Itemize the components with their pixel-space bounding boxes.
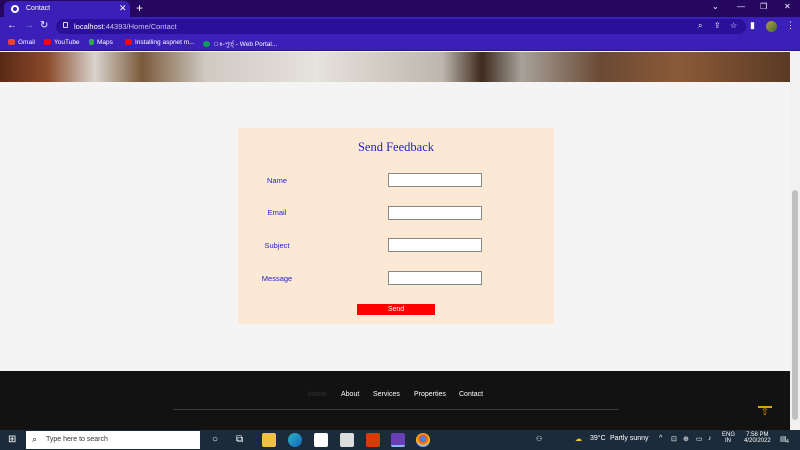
weather-icon: ☁ (575, 436, 582, 443)
file-explorer-icon[interactable] (262, 433, 276, 447)
gmail-icon (8, 39, 15, 45)
weather-temp[interactable]: 39°C (590, 435, 606, 442)
email-field[interactable] (388, 206, 482, 220)
back-arrow-icon[interactable]: ← (7, 20, 17, 31)
search-icon: ⌕ (32, 434, 38, 444)
subject-field[interactable] (388, 238, 482, 252)
footer-nav-home[interactable]: Home (308, 391, 327, 398)
menu-dots-icon[interactable]: ⋮ (786, 20, 795, 31)
arrow-up-icon[interactable]: ⇧ (758, 406, 772, 418)
people-icon[interactable]: ⚇ (536, 435, 542, 443)
taskbar: ⊞ ⌕ Type here to search ○ ⧉ ⚇ ☁ 39°C Par… (0, 430, 800, 450)
globe-icon[interactable]: ⊕ (683, 435, 689, 443)
bookmark-label: Installing aspnet m... (135, 39, 195, 46)
message-label: Message (261, 274, 293, 283)
youtube-icon (44, 39, 51, 45)
bookmark-maps[interactable]: Maps (89, 39, 113, 46)
forward-arrow-icon[interactable]: → (24, 20, 34, 31)
close-window-button[interactable]: ✕ (784, 2, 791, 11)
side-panel-icon[interactable]: ▮ (750, 20, 755, 31)
search-placeholder: Type here to search (46, 436, 108, 443)
youtube-icon (125, 39, 132, 45)
office-icon[interactable] (366, 433, 380, 447)
footer-nav-about[interactable]: About (341, 391, 359, 398)
edge-icon[interactable] (288, 433, 302, 447)
notification-count: 4 (786, 439, 789, 445)
bookmark-youtube[interactable]: YouTube (44, 39, 80, 46)
email-label: Email (267, 208, 287, 217)
bookmark-web-portal[interactable]: ঃ-পুর্ত্ - Web Portal... (203, 39, 277, 50)
chrome-icon[interactable] (416, 433, 430, 447)
bookmark-label: YouTube (54, 39, 80, 46)
language-indicator[interactable]: ENG IN (722, 432, 735, 444)
subject-label: Subject (264, 241, 290, 250)
new-tab-button[interactable]: + (136, 1, 143, 15)
close-tab-icon[interactable]: ✕ (119, 3, 127, 14)
zoom-icon[interactable]: ⌕ (698, 21, 702, 31)
site-footer: Home About Services Properties Contact ⇧ (0, 371, 790, 430)
portal-icon (203, 41, 210, 47)
clock-date: 4/20/2022 (744, 438, 771, 444)
network-icon[interactable]: ⊡ (671, 435, 677, 443)
name-label: Name (266, 176, 287, 185)
footer-nav-properties[interactable]: Properties (414, 391, 446, 398)
chevron-up-icon[interactable]: ^ (659, 435, 662, 442)
url-host: localhost (74, 22, 104, 31)
profile-avatar[interactable] (766, 21, 777, 32)
lock-icon (63, 22, 68, 28)
task-view-icon[interactable]: ⧉ (236, 434, 243, 445)
maps-icon (89, 39, 94, 45)
volume-icon[interactable]: ♪ (708, 435, 712, 442)
page-scrollbar[interactable] (790, 52, 800, 430)
windows-start-icon[interactable]: ⊞ (8, 434, 16, 445)
bookmark-label: Gmail (18, 39, 35, 46)
url-path: :44393/Home/Contact (103, 22, 177, 31)
bookmark-label: ঃ-পুর্ত্ - Web Portal... (213, 41, 278, 48)
tab-contact[interactable]: Contact ✕ (4, 1, 130, 17)
store-icon[interactable] (314, 433, 328, 447)
feedback-form: Send Feedback Name Email Subject Message… (238, 128, 554, 324)
maximize-button[interactable]: ❐ (760, 2, 767, 11)
browser-toolbar: ← → ↻ localhost:44393/Home/Contact ⌕ ⇪ ☆… (0, 17, 800, 36)
send-button[interactable]: Send (357, 304, 435, 315)
weather-desc[interactable]: Partly sunny (610, 435, 649, 442)
tab-strip: Contact ✕ + ⌄ — ❐ ✕ (0, 0, 800, 17)
cortana-icon[interactable]: ○ (212, 434, 218, 445)
bookmark-gmail[interactable]: Gmail (8, 39, 35, 46)
bookmark-label: Maps (97, 39, 113, 46)
scrollbar-thumb[interactable] (792, 190, 798, 420)
globe-icon (11, 5, 19, 13)
bookmarks-bar: Gmail YouTube Maps Installing aspnet m..… (0, 36, 800, 51)
visual-studio-icon[interactable] (391, 433, 405, 447)
share-icon[interactable]: ⇪ (714, 21, 721, 30)
footer-nav-services[interactable]: Services (373, 391, 400, 398)
address-url[interactable]: localhost:44393/Home/Contact (74, 22, 177, 31)
tab-search-icon[interactable]: ⌄ (712, 2, 719, 11)
message-field[interactable] (388, 271, 482, 285)
minimize-button[interactable]: — (737, 2, 745, 11)
form-title: Send Feedback (357, 140, 435, 154)
address-bar[interactable]: localhost:44393/Home/Contact ⌕ ⇪ ☆ (56, 19, 746, 34)
tab-title: Contact (26, 5, 51, 12)
bookmark-aspnet[interactable]: Installing aspnet m... (125, 39, 195, 46)
hero-banner-image (0, 52, 790, 82)
mail-icon[interactable] (340, 433, 354, 447)
footer-divider (173, 409, 619, 410)
name-field[interactable] (388, 173, 482, 187)
bookmark-star-icon[interactable]: ☆ (730, 21, 737, 30)
footer-nav-contact[interactable]: Contact (459, 391, 483, 398)
clock[interactable]: 7:58 PM 4/20/2022 (744, 432, 771, 444)
battery-icon[interactable]: ▭ (696, 435, 703, 443)
lang-line2: IN (725, 438, 731, 444)
taskbar-search[interactable]: ⌕ Type here to search (26, 431, 200, 449)
reload-icon[interactable]: ↻ (40, 20, 48, 31)
